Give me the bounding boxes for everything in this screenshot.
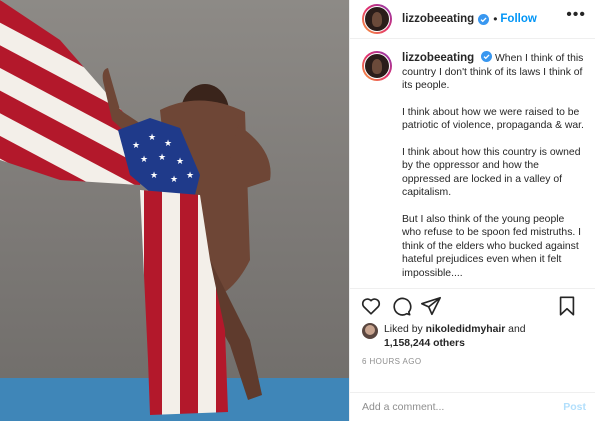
follow-button[interactable]: Follow: [500, 13, 536, 25]
caption-paragraph-4: But I also think of the young people who…: [402, 213, 582, 279]
svg-text:★: ★: [148, 133, 156, 143]
likes-text: Liked by nikoledidmyhair and 1,158,244 o…: [384, 323, 526, 351]
svg-text:★: ★: [176, 157, 184, 167]
liker-username-link[interactable]: nikoledidmyhair: [426, 324, 506, 335]
liker-avatar[interactable]: [362, 323, 378, 339]
instagram-post: ★ ★ ★ ★ ★ ★ ★ ★ ★ lizzobeeating • Follow •••: [0, 0, 595, 421]
svg-text:★: ★: [150, 171, 158, 181]
svg-text:★: ★: [140, 155, 148, 165]
comment-input[interactable]: Add a comment...: [362, 401, 563, 413]
svg-text:★: ★: [158, 153, 166, 163]
svg-text:★: ★: [164, 139, 172, 149]
likes-count-link[interactable]: 1,158,244 others: [384, 338, 465, 349]
heart-icon[interactable]: [360, 295, 382, 317]
likes-summary: Liked by nikoledidmyhair and 1,158,244 o…: [350, 323, 595, 351]
comment-icon[interactable]: [390, 295, 412, 317]
svg-text:★: ★: [170, 175, 178, 185]
post-header: lizzobeeating • Follow •••: [350, 0, 595, 39]
verified-badge-icon: [481, 51, 493, 62]
more-options-icon[interactable]: •••: [566, 7, 586, 23]
liked-by-prefix: Liked by: [384, 324, 423, 335]
photo-illustration: ★★★ ★ ★ ★ ★ ★ ★: [0, 0, 349, 421]
post-timestamp[interactable]: 6 HOURS AGO: [350, 351, 595, 375]
caption-paragraph-3: I think about how this country is owned …: [402, 146, 581, 199]
caption: lizzobeeating When I think of this count…: [350, 39, 595, 289]
likes-joiner: and: [508, 324, 526, 335]
comment-box: Add a comment... Post: [350, 392, 595, 421]
post-side-panel: lizzobeeating • Follow ••• lizzobeeating…: [349, 0, 595, 421]
username-link[interactable]: lizzobeeating: [402, 13, 474, 25]
separator-dot: •: [493, 12, 498, 26]
caption-avatar[interactable]: [362, 51, 392, 81]
svg-text:★: ★: [132, 141, 140, 151]
caption-username-link[interactable]: lizzobeeating: [402, 52, 474, 64]
action-bar: [350, 289, 595, 323]
avatar[interactable]: [362, 4, 392, 34]
caption-text: lizzobeeating When I think of this count…: [402, 51, 586, 288]
svg-text:★: ★: [186, 171, 194, 181]
post-photo[interactable]: ★ ★ ★ ★ ★ ★ ★ ★ ★: [0, 0, 349, 421]
bookmark-icon[interactable]: [556, 295, 578, 317]
caption-paragraph: lizzobeeating When I think of this count…: [402, 51, 586, 93]
caption-paragraph-2: I think about how we were raised to be p…: [402, 106, 584, 132]
post-comment-button[interactable]: Post: [563, 401, 586, 413]
share-icon[interactable]: [420, 295, 442, 317]
verified-badge-icon: [478, 13, 490, 25]
